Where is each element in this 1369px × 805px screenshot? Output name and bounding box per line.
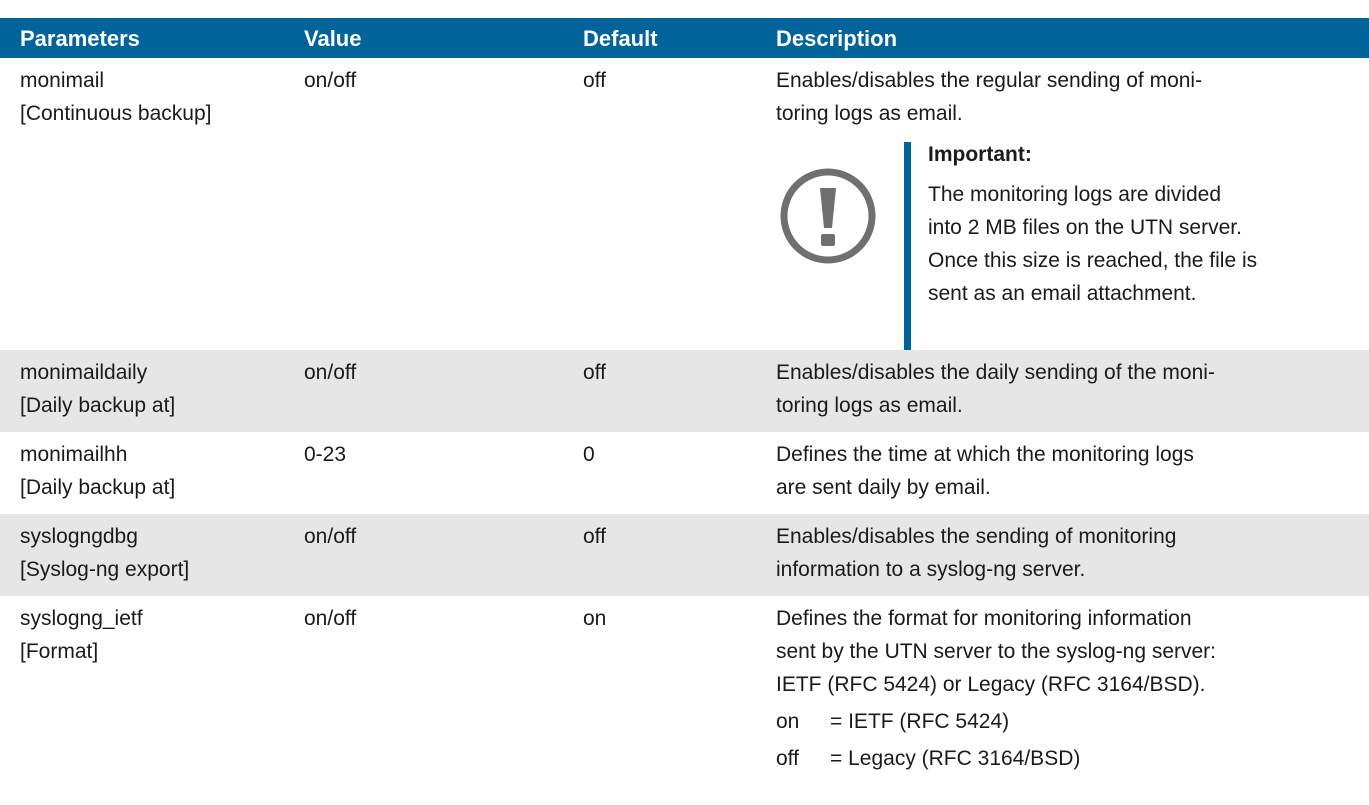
important-note: Important: The monitoring logs are divid… <box>776 138 1356 350</box>
description-line: Enables/disables the sending of monitori… <box>776 525 1177 548</box>
default-cell: on <box>583 607 607 630</box>
param-cell: syslogngdbg [Syslog-ng export] <box>20 520 290 586</box>
description-cell: Enables/disables the daily sending of th… <box>776 356 1356 422</box>
description-line: Defines the time at which the monitoring… <box>776 443 1194 466</box>
param-name: monimaildaily <box>20 361 148 384</box>
description-line: IETF (RFC 5424) or Legacy (RFC 3164/BSD)… <box>776 673 1206 696</box>
value-cell: on/off <box>304 525 357 548</box>
param-cell: monimaildaily [Daily backup at] <box>20 356 290 422</box>
table-row: monimail [Continuous backup] on/off off … <box>0 58 1369 350</box>
option-key: off <box>776 747 799 770</box>
param-name: syslogngdbg <box>20 525 138 548</box>
exclamation-circle-icon <box>778 166 878 276</box>
header-description: Description <box>776 26 898 51</box>
param-cell: monimailhh [Daily backup at] <box>20 438 290 504</box>
option-item: off = Legacy (RFC 3164/BSD) <box>776 742 1356 775</box>
note-line: sent as an email attachment. <box>928 282 1197 305</box>
note-line: into 2 MB files on the UTN server. <box>928 216 1242 239</box>
param-label: [Format] <box>20 640 99 663</box>
description-line: toring logs as email. <box>776 102 963 125</box>
parameters-table: Parameters Value Default Description mon… <box>0 18 1369 786</box>
table-header: Parameters Value Default Description <box>0 18 1369 58</box>
default-cell: off <box>583 69 606 92</box>
value-cell: 0-23 <box>304 443 347 466</box>
param-cell: syslogng_ietf [Format] <box>20 602 290 668</box>
header-default: Default <box>583 26 658 51</box>
description-line: Enables/disables the daily sending of th… <box>776 361 1215 384</box>
note-title: Important: <box>928 143 1032 166</box>
param-label: [Syslog-ng export] <box>20 558 190 581</box>
description-line: are sent daily by email. <box>776 476 991 499</box>
param-name: monimail <box>20 69 105 92</box>
default-cell: off <box>583 361 606 384</box>
option-item: on = IETF (RFC 5424) <box>776 705 1356 738</box>
description-line: Defines the format for monitoring inform… <box>776 607 1192 630</box>
default-cell: off <box>583 525 606 548</box>
param-label: [Daily backup at] <box>20 394 176 417</box>
description-cell: Enables/disables the regular sending of … <box>776 64 1356 350</box>
option-value: = Legacy (RFC 3164/BSD) <box>830 747 1081 770</box>
value-cell: on/off <box>304 69 357 92</box>
header-parameters: Parameters <box>20 26 140 51</box>
header-value: Value <box>304 26 362 51</box>
description-cell: Enables/disables the sending of monitori… <box>776 520 1356 586</box>
table-row: syslogng_ietf [Format] on/off on Defines… <box>0 596 1369 786</box>
param-label: [Daily backup at] <box>20 476 176 499</box>
description-line: information to a syslog-ng server. <box>776 558 1086 581</box>
value-cell: on/off <box>304 607 357 630</box>
param-name: monimailhh <box>20 443 128 466</box>
description-cell: Defines the format for monitoring inform… <box>776 602 1356 775</box>
note-line: Once this size is reached, the file is <box>928 249 1258 272</box>
note-line: The monitoring logs are divided <box>928 183 1221 206</box>
table-row: syslogngdbg [Syslog-ng export] on/off of… <box>0 514 1369 596</box>
option-key: on <box>776 710 800 733</box>
table-row: monimaildaily [Daily backup at] on/off o… <box>0 350 1369 432</box>
note-bar <box>904 142 911 350</box>
table-row: monimailhh [Daily backup at] 0-23 0 Defi… <box>0 432 1369 514</box>
description-line: sent by the UTN server to the syslog-ng … <box>776 640 1217 663</box>
param-cell: monimail [Continuous backup] <box>20 64 290 130</box>
note-text: The monitoring logs are divided into 2 M… <box>928 178 1348 310</box>
param-name: syslogng_ietf <box>20 607 143 630</box>
description-line: toring logs as email. <box>776 394 963 417</box>
description-line: Enables/disables the regular sending of … <box>776 69 1203 92</box>
description-cell: Defines the time at which the monitoring… <box>776 438 1356 504</box>
param-label: [Continuous backup] <box>20 102 212 125</box>
option-value: = IETF (RFC 5424) <box>830 710 1010 733</box>
default-cell: 0 <box>583 443 595 466</box>
value-cell: on/off <box>304 361 357 384</box>
